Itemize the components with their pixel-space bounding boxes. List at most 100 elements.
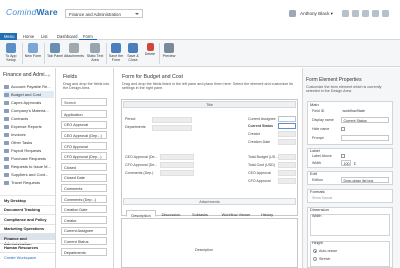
hide-name-checkbox[interactable]: [341, 127, 345, 131]
width-input[interactable]: 100: [341, 160, 351, 166]
sidebar-item[interactable]: Suppliers and Cont...: [4, 171, 54, 178]
sidebar-item[interactable]: Travel Requests: [4, 179, 54, 186]
form-icon: [4, 164, 9, 169]
attachments-section[interactable]: Attachments: [123, 198, 296, 205]
total-budget-field[interactable]: [278, 154, 296, 160]
sidebar-item-label: Other Tasks: [11, 140, 33, 146]
field-item[interactable]: Closed: [61, 163, 107, 171]
sidebar-item[interactable]: Company's Materia...: [4, 107, 54, 114]
form-icon: [4, 172, 9, 177]
cfo-approval-dep-label: CFO Approval (De...: [125, 163, 158, 167]
search-icon[interactable]: [372, 10, 379, 17]
field-item[interactable]: Comments (Dep...): [61, 194, 107, 203]
tab-dashboard[interactable]: Dashboard: [53, 33, 82, 40]
to-app-setup-button[interactable]: To App Setup: [2, 42, 20, 66]
preview-button[interactable]: Preview: [160, 42, 178, 66]
grid-icon[interactable]: [382, 10, 389, 17]
creation-date-field[interactable]: [278, 139, 296, 145]
sidebar-item[interactable]: Payroll Requests: [4, 147, 54, 154]
form-title-section[interactable]: Title: [123, 101, 296, 108]
sidebar-item[interactable]: Expense Reports: [4, 123, 54, 130]
width-stepper[interactable]: ⇕: [353, 161, 356, 166]
tab-history[interactable]: History: [258, 210, 276, 217]
field-item[interactable]: CEO Approval: [61, 120, 107, 129]
current-status-label: Current Status: [248, 124, 273, 128]
tab-workflow-viewer[interactable]: Workflow Viewer: [216, 210, 256, 217]
tab-panel-button[interactable]: Tab Panel: [46, 42, 64, 66]
edit-group-title: Edit: [310, 171, 317, 176]
ceo-approval-field[interactable]: [278, 170, 296, 176]
collapse-icon[interactable]: «: [48, 73, 51, 78]
sidebar-item-label: Payroll Requests: [11, 148, 42, 154]
sidebar-item[interactable]: Account Payable Re...: [4, 83, 54, 90]
creator-field[interactable]: [278, 131, 296, 137]
period-field[interactable]: [152, 117, 192, 123]
auto-resize-radio[interactable]: [313, 249, 317, 253]
attachments-button[interactable]: Attachments: [63, 42, 85, 66]
field-item[interactable]: Departments: [61, 247, 107, 256]
sidebar-item[interactable]: Contracts: [4, 115, 54, 122]
sidebar-section[interactable]: My Desktop: [0, 195, 55, 203]
preview-icon: [164, 43, 174, 53]
new-form-button[interactable]: New Form: [24, 42, 42, 66]
field-item[interactable]: CFO Approval (Dep...): [61, 152, 107, 161]
total-cost-field[interactable]: [278, 162, 296, 168]
field-item[interactable]: CEO Approval (Dep...): [61, 131, 107, 140]
field-item[interactable]: Comments: [61, 184, 107, 193]
user-menu[interactable]: Anthony Black ▾: [300, 11, 333, 17]
user-avatar-icon[interactable]: [289, 10, 296, 17]
sidebar-item[interactable]: Other Tasks: [4, 139, 54, 146]
prompt-input[interactable]: [341, 135, 389, 141]
tab-form[interactable]: Form: [79, 33, 97, 40]
notifications-icon[interactable]: [362, 10, 369, 17]
tab-menu[interactable]: Menu: [0, 33, 17, 40]
tab-subtasks[interactable]: Subtasks: [186, 210, 214, 217]
cfo-approval-dep-field[interactable]: [160, 162, 194, 168]
settings-icon[interactable]: [342, 10, 349, 17]
sidebar-item[interactable]: Budget and Cost: [4, 91, 54, 98]
tab-home[interactable]: Home: [19, 33, 38, 40]
comments-dep-field[interactable]: [160, 170, 194, 176]
form-description: Drag and drop the fields listed in the l…: [122, 82, 293, 91]
delete-button[interactable]: Delete: [141, 42, 159, 66]
stretch-radio[interactable]: [313, 257, 317, 261]
tab-description[interactable]: Description: [126, 210, 156, 218]
field-item[interactable]: CFO Approval: [61, 141, 107, 150]
sidebar-item[interactable]: Requests to Issue M...: [4, 163, 54, 170]
field-item[interactable]: Application: [61, 110, 107, 118]
sidebar-item[interactable]: Invoices: [4, 131, 54, 138]
sidebar-section[interactable]: Human Resources: [0, 242, 55, 250]
save-form-button[interactable]: Save the Form: [107, 42, 125, 66]
field-item[interactable]: Creator: [61, 216, 107, 224]
sidebar-item-label: Capex Approvals: [11, 100, 42, 106]
sidebar-section[interactable]: Create Workspace: [0, 252, 55, 260]
tab-list[interactable]: List: [37, 33, 52, 40]
display-name-input[interactable]: Current Status: [341, 117, 389, 123]
ceo-approval-dep-field[interactable]: [160, 154, 194, 160]
form-icon: [4, 180, 9, 185]
help-icon[interactable]: [352, 10, 359, 17]
app-selector[interactable]: Finance and Administration: [65, 9, 143, 18]
sidebar-item[interactable]: Purchase Requests: [4, 155, 54, 162]
sidebar-item[interactable]: Capex Approvals: [4, 99, 54, 106]
sidebar-section[interactable]: Finance and Administration: [0, 233, 55, 246]
fields-search-input[interactable]: Search: [61, 98, 107, 106]
dimension-group-title: Dimension: [310, 207, 329, 212]
sidebar-section[interactable]: Marketing Operations: [0, 223, 55, 231]
field-item[interactable]: Current Status: [61, 237, 107, 246]
sidebar-section[interactable]: Document Tracking: [0, 204, 55, 212]
save-close-button[interactable]: Save & Close: [124, 42, 142, 66]
tab-discussion[interactable]: Discussion: [158, 210, 184, 217]
label-above-checkbox[interactable]: [341, 154, 345, 158]
field-item[interactable]: Creation Date: [61, 205, 107, 214]
cfo-approval-field[interactable]: [278, 178, 296, 184]
ribbon-divider: [44, 43, 45, 64]
edition-select[interactable]: Drop-down list box: [341, 177, 389, 183]
current-assignee-field[interactable]: [278, 116, 296, 122]
sidebar-section[interactable]: Compliance and Policy: [0, 214, 55, 222]
static-text-area-button[interactable]: Static Text Area: [85, 42, 105, 66]
departments-field[interactable]: [152, 125, 192, 131]
field-item[interactable]: Current Assignee: [61, 226, 107, 235]
field-item[interactable]: Closed Date: [61, 173, 107, 182]
current-status-field[interactable]: [278, 123, 296, 129]
